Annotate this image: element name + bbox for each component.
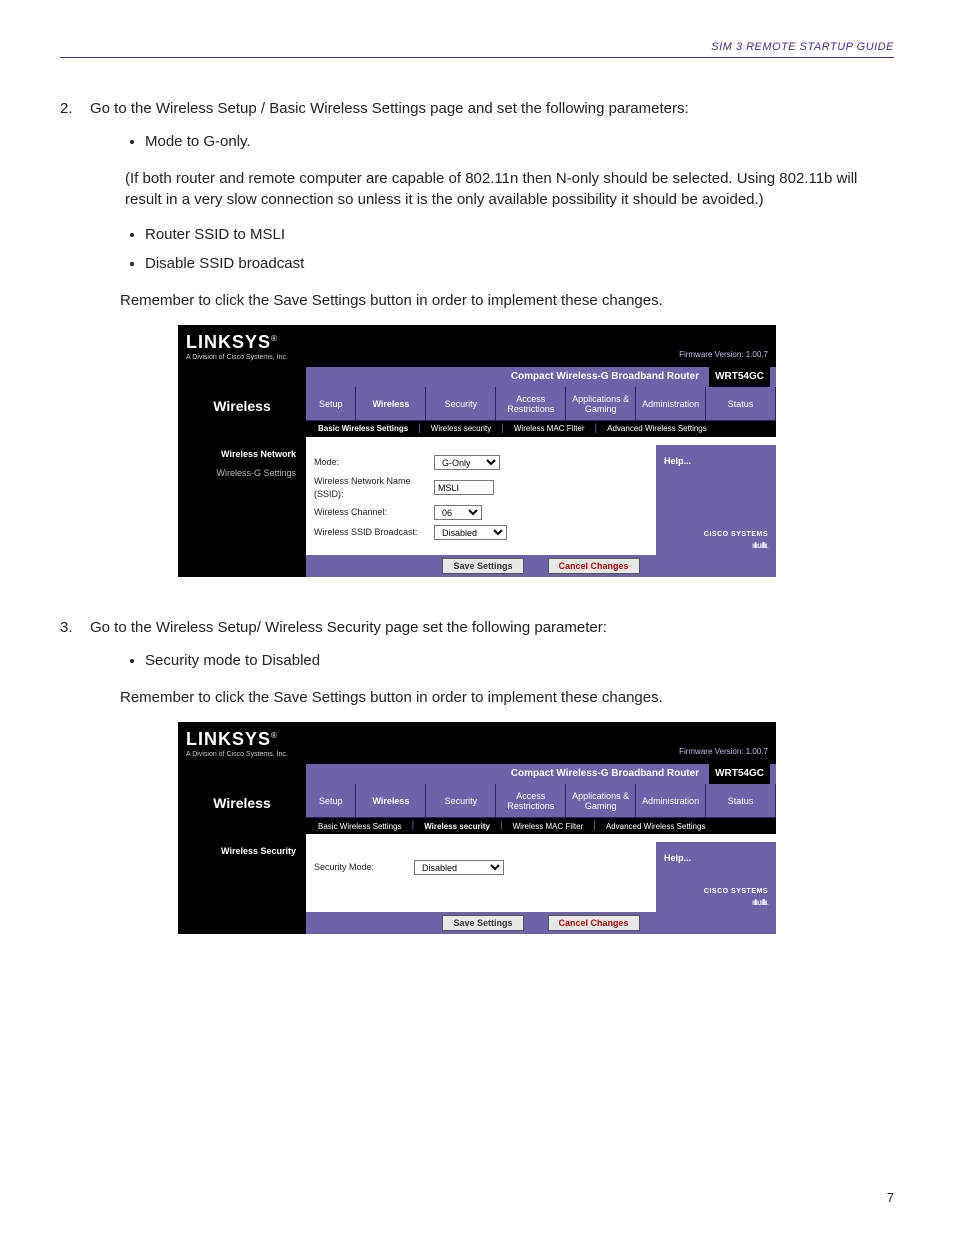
settings-form: Mode: G-Only Wireless Network Name (SSID…: [306, 445, 656, 555]
tab-status[interactable]: Status: [706, 387, 776, 420]
subtab-basic[interactable]: Basic Wireless Settings: [310, 821, 410, 832]
bullet: Router SSID to MSLI: [145, 220, 894, 249]
step2-note: (If both router and remote computer are …: [125, 168, 894, 210]
step2-remember: Remember to click the Save Settings butt…: [120, 290, 894, 311]
tab-status[interactable]: Status: [706, 784, 776, 817]
mode-select[interactable]: G-Only: [434, 455, 500, 470]
firmware-version: Firmware Version: 1.00.7: [679, 746, 768, 760]
section-title: Wireless: [178, 784, 306, 832]
tab-access[interactable]: Access Restrictions: [496, 784, 566, 817]
page-header: SIM 3 REMOTE STARTUP GUIDE: [60, 30, 894, 58]
channel-select[interactable]: 06: [434, 505, 482, 520]
security-mode-label: Security Mode:: [314, 861, 414, 874]
tab-admin[interactable]: Administration: [636, 387, 706, 420]
nav-tabs: Setup Wireless Security Access Restricti…: [306, 387, 776, 421]
step-2: 2. Go to the Wireless Setup / Basic Wire…: [60, 98, 894, 311]
help-link[interactable]: Help...: [664, 853, 691, 863]
mode-label: Mode:: [314, 456, 434, 469]
side-label: Wireless Security: [178, 842, 306, 861]
side-label: Wireless Network: [178, 445, 306, 464]
tab-wireless[interactable]: Wireless: [356, 784, 426, 817]
page-number: 7: [887, 1190, 894, 1205]
tab-setup[interactable]: Setup: [306, 784, 356, 817]
model-number: WRT54GC: [709, 367, 770, 387]
cancel-button[interactable]: Cancel Changes: [548, 915, 640, 931]
brand: LINKSYS® A Division of Cisco Systems, In…: [186, 727, 288, 760]
step-number: 3.: [60, 617, 73, 638]
product-name: Compact Wireless-G Broadband Router: [511, 767, 699, 781]
cisco-logo: CISCO SYSTEMS ııllıı.ıılllıı.: [704, 530, 768, 551]
ssid-input[interactable]: [434, 480, 494, 495]
subtab-mac[interactable]: Wireless MAC Filter: [505, 821, 592, 832]
subnav: Basic Wireless Settings| Wireless securi…: [306, 421, 776, 437]
settings-form: Security Mode: Disabled: [306, 842, 656, 912]
bullet: Security mode to Disabled: [145, 646, 894, 675]
help-panel: Help... CISCO SYSTEMS ııllıı.ıılllıı.: [656, 842, 776, 912]
cancel-button[interactable]: Cancel Changes: [548, 558, 640, 574]
subtab-wsec[interactable]: Wireless security: [416, 821, 498, 832]
save-button[interactable]: Save Settings: [442, 558, 523, 574]
help-link[interactable]: Help...: [664, 456, 691, 466]
tab-apps[interactable]: Applications & Gaming: [566, 387, 636, 420]
tab-admin[interactable]: Administration: [636, 784, 706, 817]
firmware-version: Firmware Version: 1.00.7: [679, 349, 768, 363]
nav-tabs: Setup Wireless Security Access Restricti…: [306, 784, 776, 818]
save-button[interactable]: Save Settings: [442, 915, 523, 931]
model-number: WRT54GC: [709, 764, 770, 784]
cisco-logo: CISCO SYSTEMS ııllıı.ıılllıı.: [704, 887, 768, 908]
step-text: Go to the Wireless Setup/ Wireless Secur…: [90, 619, 607, 636]
security-mode-select[interactable]: Disabled: [414, 860, 504, 875]
router-panel-1: LINKSYS® A Division of Cisco Systems, In…: [178, 325, 776, 577]
subnav: Basic Wireless Settings| Wireless securi…: [306, 818, 776, 834]
subtab-advanced[interactable]: Advanced Wireless Settings: [598, 821, 714, 832]
channel-label: Wireless Channel:: [314, 506, 434, 519]
tab-security[interactable]: Security: [426, 784, 496, 817]
step-3: 3. Go to the Wireless Setup/ Wireless Se…: [60, 617, 894, 708]
subtab-advanced[interactable]: Advanced Wireless Settings: [599, 423, 715, 434]
product-name: Compact Wireless-G Broadband Router: [511, 370, 699, 384]
step-text: Go to the Wireless Setup / Basic Wireles…: [90, 100, 689, 117]
subtab-mac[interactable]: Wireless MAC Filter: [506, 423, 593, 434]
broadcast-select[interactable]: Disabled: [434, 525, 507, 540]
tab-apps[interactable]: Applications & Gaming: [566, 784, 636, 817]
bullet: Mode to G-only.: [145, 127, 894, 156]
router-panel-2: LINKSYS® A Division of Cisco Systems, In…: [178, 722, 776, 934]
bullet: Disable SSID broadcast: [145, 249, 894, 278]
tab-security[interactable]: Security: [426, 387, 496, 420]
subtab-basic[interactable]: Basic Wireless Settings: [310, 423, 416, 434]
guide-title: SIM 3 REMOTE STARTUP GUIDE: [711, 41, 894, 53]
tab-setup[interactable]: Setup: [306, 387, 356, 420]
step-number: 2.: [60, 98, 73, 119]
section-title: Wireless: [178, 387, 306, 435]
side-label: Wireless-G Settings: [178, 464, 306, 483]
brand: LINKSYS® A Division of Cisco Systems, In…: [186, 330, 288, 363]
subtab-wsec[interactable]: Wireless security: [423, 423, 499, 434]
broadcast-label: Wireless SSID Broadcast:: [314, 526, 434, 539]
step3-remember: Remember to click the Save Settings butt…: [120, 687, 894, 708]
help-panel: Help... CISCO SYSTEMS ııllıı.ıılllıı.: [656, 445, 776, 555]
tab-access[interactable]: Access Restrictions: [496, 387, 566, 420]
tab-wireless[interactable]: Wireless: [356, 387, 426, 420]
ssid-label: Wireless Network Name (SSID):: [314, 475, 434, 500]
